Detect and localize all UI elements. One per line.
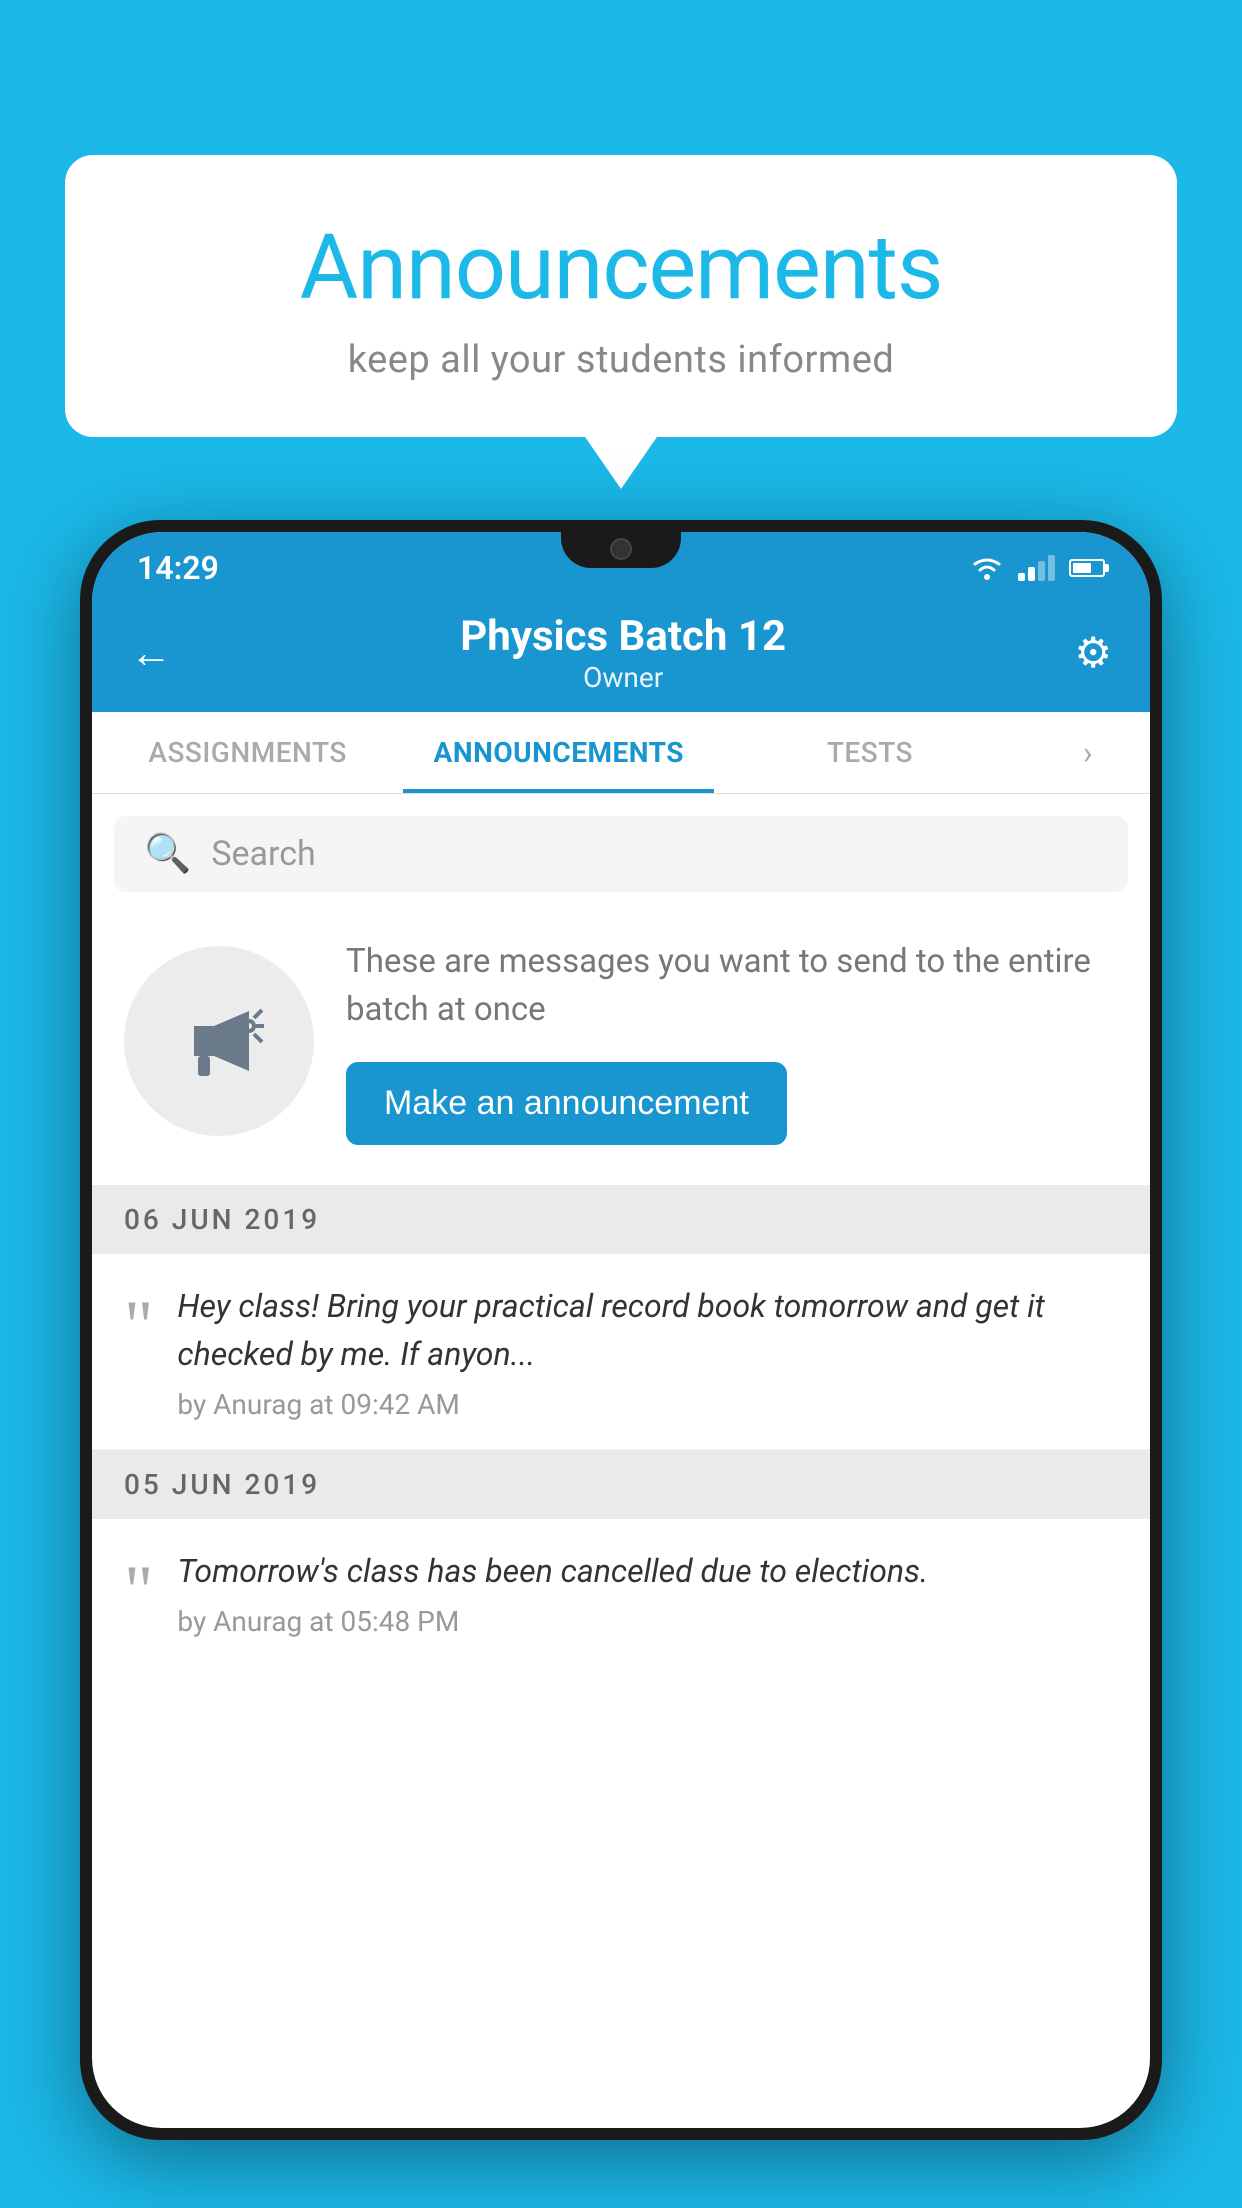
phone-wrapper: 14:29 [80, 520, 1162, 2208]
phone-screen: 14:29 [92, 532, 1150, 2128]
back-button[interactable]: ← [130, 629, 172, 678]
announcement-meta-2: by Anurag at 05:48 PM [177, 1605, 928, 1638]
phone-camera [610, 538, 632, 560]
search-placeholder: Search [211, 834, 315, 874]
battery-icon [1069, 559, 1105, 577]
phone-frame: 14:29 [80, 520, 1162, 2140]
tab-more[interactable]: › [1026, 712, 1150, 793]
announcement-item-1[interactable]: " Hey class! Bring your practical record… [92, 1254, 1150, 1450]
speech-bubble-area: Announcements keep all your students inf… [65, 155, 1177, 437]
megaphone-icon [174, 996, 264, 1086]
speech-bubble-title: Announcements [145, 215, 1097, 320]
announcement-meta-1: by Anurag at 09:42 AM [177, 1388, 1118, 1421]
announcement-item-2[interactable]: " Tomorrow's class has been cancelled du… [92, 1519, 1150, 1666]
search-bar-container: 🔍 Search [92, 794, 1150, 902]
speech-bubble-card: Announcements keep all your students inf… [65, 155, 1177, 437]
settings-icon[interactable]: ⚙ [1074, 628, 1112, 678]
search-bar[interactable]: 🔍 Search [114, 816, 1128, 892]
date-separator-1: 06 JUN 2019 [92, 1185, 1150, 1254]
announcement-text-2: Tomorrow's class has been cancelled due … [177, 1547, 928, 1595]
status-icons [970, 555, 1105, 581]
app-header: ← Physics Batch 12 Owner ⚙ [92, 594, 1150, 712]
announcement-right: These are messages you want to send to t… [346, 938, 1118, 1145]
make-announcement-button[interactable]: Make an announcement [346, 1062, 787, 1145]
status-time: 14:29 [137, 549, 219, 587]
quote-icon-1: " [124, 1290, 153, 1362]
header-title-block: Physics Batch 12 Owner [460, 612, 786, 694]
search-icon: 🔍 [144, 832, 191, 876]
speech-bubble-subtitle: keep all your students informed [145, 338, 1097, 382]
tab-announcements[interactable]: ANNOUNCEMENTS [403, 712, 714, 793]
announcement-icon-circle [124, 946, 314, 1136]
quote-icon-2: " [124, 1555, 153, 1627]
tab-assignments[interactable]: ASSIGNMENTS [92, 712, 403, 793]
wifi-icon [970, 555, 1004, 581]
signal-bars-icon [1018, 555, 1055, 581]
tab-tests[interactable]: TESTS [714, 712, 1025, 793]
announcement-description: These are messages you want to send to t… [346, 938, 1118, 1034]
tab-bar: ASSIGNMENTS ANNOUNCEMENTS TESTS › [92, 712, 1150, 794]
date-separator-2: 05 JUN 2019 [92, 1450, 1150, 1519]
owner-label: Owner [460, 661, 786, 694]
announcement-text-1: Hey class! Bring your practical record b… [177, 1282, 1118, 1378]
batch-name: Physics Batch 12 [460, 612, 786, 661]
announcement-prompt: These are messages you want to send to t… [92, 902, 1150, 1185]
